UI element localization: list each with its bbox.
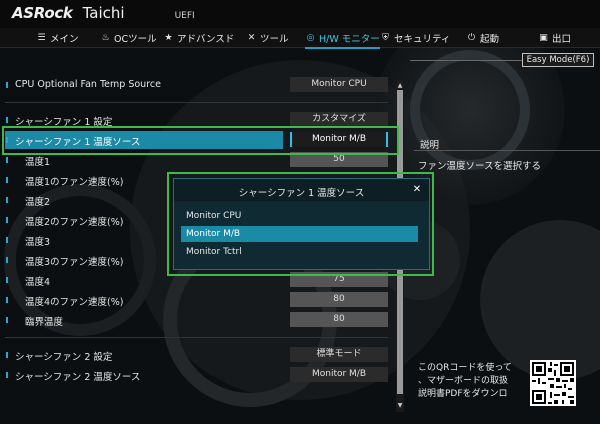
setting-label: 温度4 (25, 277, 51, 288)
row-marker (6, 157, 8, 163)
row-marker (6, 297, 8, 303)
tab-label: ツール (260, 34, 289, 45)
qr-caption-line: 説明書PDFをダウンロ (418, 389, 508, 399)
setting-value[interactable]: Monitor M/B (290, 367, 388, 382)
row-marker (6, 317, 8, 323)
setting-label: シャーシファン 2 設定 (15, 352, 113, 363)
qr-caption: このQRコードを使って 、マザーボードの取扱 説明書PDFをダウンロ (418, 362, 512, 401)
setting-row-chassis-fan2-mode[interactable]: シャーシファン 2 設定 標準モード (5, 346, 388, 364)
row-marker (6, 82, 8, 88)
star-icon: ★ (164, 33, 173, 43)
scroll-down-arrow-icon[interactable]: ▼ (396, 402, 404, 410)
help-title: 説明 (420, 140, 440, 151)
row-marker (6, 352, 8, 358)
row-marker (6, 177, 8, 183)
list-icon: ☰ (37, 33, 46, 43)
title-bar: ASRock Taichi UEFI (0, 0, 600, 28)
monitor-icon: ◎ (306, 33, 315, 43)
highlight-box (2, 126, 399, 155)
highlight-box (167, 172, 434, 276)
setting-label: シャーシファン 2 温度ソース (15, 372, 141, 383)
brand-logo: ASRock (12, 4, 73, 22)
qr-caption-line: 、マザーボードの取扱 (418, 376, 509, 386)
tab-label: 出口 (552, 34, 572, 45)
tab-advanced[interactable]: ★ アドバンスド (163, 28, 234, 48)
power-icon: ⏻ (467, 33, 476, 43)
tab-label: メイン (50, 34, 79, 45)
setting-label: CPU Optional Fan Temp Source (15, 79, 161, 90)
tab-oc-tool[interactable]: ♨ OCツール (100, 28, 157, 48)
setting-label: 温度3のファン速度(%) (25, 257, 124, 268)
easy-mode-button[interactable]: Easy Mode(F6) (522, 53, 594, 67)
tab-hw-monitor[interactable]: ◎ H/W モニター (305, 28, 380, 49)
main-nav: ☰ メイン ♨ OCツール ★ アドバンスド ✕ ツール ◎ H/W モニター … (0, 28, 600, 49)
setting-value[interactable]: 80 (290, 312, 388, 327)
setting-label: 温度3 (25, 237, 51, 248)
setting-label: 温度4のファン速度(%) (25, 297, 124, 308)
setting-row-critical-temp[interactable]: 臨界温度 80 (5, 311, 388, 329)
flame-icon: ♨ (101, 33, 110, 43)
setting-value[interactable]: カスタマイズ (290, 112, 388, 127)
firmware-label: UEFI (174, 11, 195, 21)
divider (410, 60, 522, 61)
qr-caption-line: このQRコードを使って (418, 363, 512, 373)
setting-row-temp4-fan[interactable]: 温度4のファン速度(%) 80 (5, 291, 388, 309)
model-name: Taichi (82, 4, 125, 22)
tab-exit[interactable]: ▣ 出口 (538, 28, 571, 48)
setting-row-chassis-fan2-source[interactable]: シャーシファン 2 温度ソース Monitor M/B (5, 366, 388, 384)
tab-security[interactable]: ⛨ セキュリティ (380, 28, 450, 48)
wrench-icon: ✕ (247, 33, 256, 43)
setting-label: 温度2 (25, 197, 51, 208)
divider (414, 150, 600, 151)
divider (5, 102, 388, 103)
setting-label: 温度1のファン速度(%) (25, 177, 124, 188)
row-marker (6, 217, 8, 223)
exit-icon: ▣ (539, 33, 548, 43)
setting-label: 温度2のファン速度(%) (25, 217, 124, 228)
qr-code-icon (530, 360, 576, 406)
row-marker (6, 237, 8, 243)
setting-label: 臨界温度 (25, 317, 64, 328)
tab-label: H/W モニター (319, 34, 380, 45)
row-marker (6, 117, 8, 123)
tab-label: 起動 (480, 34, 500, 45)
tab-boot[interactable]: ⏻ 起動 (466, 28, 499, 48)
row-marker (6, 257, 8, 263)
scroll-up-arrow-icon[interactable]: ▲ (396, 82, 404, 90)
row-marker (6, 197, 8, 203)
row-marker (6, 372, 8, 378)
tab-tool[interactable]: ✕ ツール (246, 28, 289, 48)
setting-value[interactable]: 標準モード (290, 347, 388, 362)
setting-value[interactable]: 80 (290, 292, 388, 307)
shield-icon: ⛨ (382, 33, 389, 43)
divider (5, 337, 388, 338)
setting-row-cpu-fan-source[interactable]: CPU Optional Fan Temp Source Monitor CPU (5, 76, 388, 94)
help-description: ファン温度ソースを選択する (418, 161, 542, 172)
setting-value[interactable]: Monitor CPU (290, 77, 388, 92)
row-marker (6, 277, 8, 283)
tab-main[interactable]: ☰ メイン (36, 28, 79, 48)
setting-label: 温度1 (25, 157, 51, 168)
tab-label: アドバンスド (177, 34, 235, 45)
tab-label: OCツール (114, 34, 157, 45)
tab-label: セキュリティ (394, 34, 451, 45)
